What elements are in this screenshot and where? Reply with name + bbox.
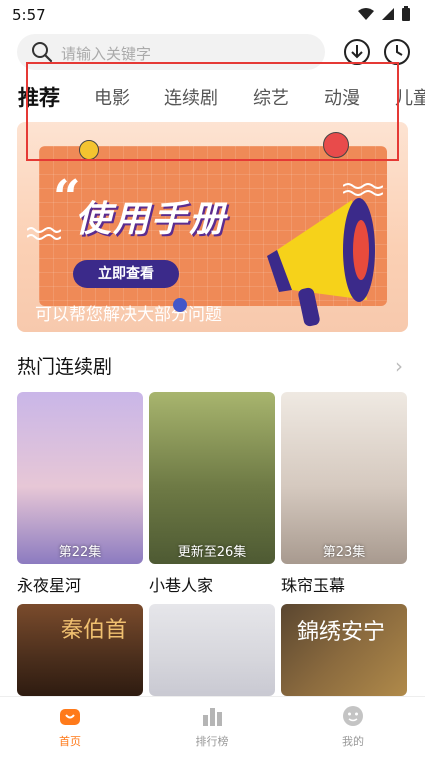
show-title: 小巷人家 — [149, 576, 214, 595]
show-poster: 秦伯首 — [17, 604, 143, 696]
episode-badge: 更新至26集 — [177, 545, 247, 560]
search-placeholder: 请输入关键字 — [61, 45, 152, 63]
poster-title-text: 錦绣安宁 — [297, 620, 386, 645]
show-card[interactable]: 第22集 — [17, 392, 143, 564]
search-icon — [32, 42, 53, 63]
nav-profile-label: 我的 — [342, 735, 364, 748]
section-title: 热门连续剧 — [17, 356, 113, 378]
show-card[interactable]: 更新至26集 — [149, 392, 275, 564]
show-card[interactable]: 秦伯首 — [17, 604, 143, 696]
battery-icon — [402, 6, 410, 21]
banner-view-button[interactable]: 立即查看 — [73, 260, 179, 288]
tab-kids[interactable]: 儿童 — [395, 84, 425, 110]
episode-badge: 第23集 — [322, 545, 366, 560]
status-bar: 5:57 — [0, 0, 425, 30]
banner-caption: 可以帮您解决大部分问题 — [35, 305, 222, 325]
nav-home-label: 首页 — [59, 735, 81, 748]
nav-profile[interactable]: 我的 — [313, 705, 393, 749]
episode-badge: 第22集 — [58, 545, 102, 560]
decoration-dot — [173, 298, 187, 312]
section-more-icon[interactable]: › — [395, 354, 403, 378]
show-title: 珠帘玉幕 — [281, 576, 346, 595]
wifi-icon — [358, 8, 374, 20]
wave-decoration-icon — [27, 227, 61, 240]
show-poster: 第23集 — [281, 392, 407, 564]
wave-decoration-icon — [343, 183, 383, 196]
nav-ranking[interactable]: 排行榜 — [172, 705, 252, 749]
nav-home[interactable]: 首页 — [30, 705, 110, 749]
home-icon — [60, 709, 80, 725]
show-poster — [149, 604, 275, 696]
bottom-nav: 首页 排行榜 我的 — [0, 696, 425, 757]
show-card[interactable]: 錦绣安宁 — [281, 604, 407, 696]
ranking-icon — [203, 708, 222, 726]
nav-ranking-label: 排行榜 — [195, 735, 229, 748]
profile-icon — [343, 706, 363, 726]
show-poster: 第22集 — [17, 392, 143, 564]
show-card[interactable]: 第23集 — [281, 392, 407, 564]
show-poster: 更新至26集 — [149, 392, 275, 564]
highlight-box — [26, 62, 399, 161]
banner-title: 使用手册 — [75, 199, 228, 240]
signal-icon — [382, 8, 394, 20]
show-card[interactable] — [149, 604, 275, 696]
show-poster: 錦绣安宁 — [281, 604, 407, 696]
status-time: 5:57 — [12, 6, 46, 24]
show-title: 永夜星河 — [17, 576, 82, 595]
poster-title-text: 秦伯首 — [61, 618, 128, 643]
megaphone-icon — [267, 198, 375, 327]
status-icons — [357, 6, 411, 22]
